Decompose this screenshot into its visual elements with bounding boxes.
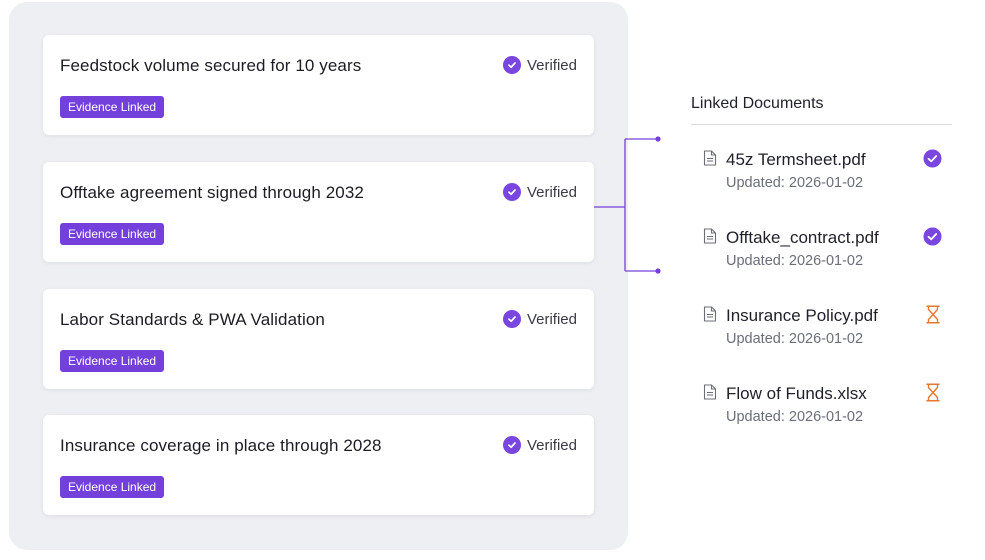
claim-title: Insurance coverage in place through 2028 (60, 436, 382, 455)
claim-card[interactable]: Insurance coverage in place through 2028… (43, 415, 594, 515)
evidence-linked-badge: Evidence Linked (60, 350, 165, 372)
verified-status: Verified (502, 183, 577, 201)
document-item[interactable]: Flow of Funds.xlsx Updated: 2026-01-02 (703, 383, 953, 432)
link-connector (594, 136, 661, 274)
document-name: 45z Termsheet.pdf (726, 150, 866, 169)
status-label: Verified (526, 56, 577, 74)
document-name: Offtake_contract.pdf (726, 228, 879, 247)
file-icon (703, 306, 717, 322)
status-label: Verified (526, 310, 577, 328)
document-item[interactable]: Offtake_contract.pdf Updated: 2026-01-02 (703, 227, 953, 276)
claim-card[interactable]: Offtake agreement signed through 2032 Ve… (43, 162, 594, 262)
document-name: Flow of Funds.xlsx (726, 384, 867, 403)
status-label: Verified (526, 436, 577, 454)
claim-title: Labor Standards & PWA Validation (60, 310, 325, 329)
document-updated: Updated: 2026-01-02 (726, 175, 864, 191)
status-label: Verified (526, 183, 577, 201)
claim-title: Offtake agreement signed through 2032 (60, 183, 364, 202)
document-updated: Updated: 2026-01-02 (726, 331, 864, 347)
check-circle-icon (502, 56, 521, 74)
divider (691, 124, 952, 125)
claim-card[interactable]: Labor Standards & PWA Validation Verifie… (43, 289, 594, 389)
check-circle-icon (923, 227, 942, 246)
check-circle-icon (502, 183, 521, 201)
evidence-linking-view: Feedstock volume secured for 10 years Ve… (0, 0, 985, 560)
hourglass-icon (926, 383, 940, 402)
check-circle-icon (502, 436, 521, 454)
check-circle-icon (923, 149, 942, 168)
hourglass-icon (926, 305, 940, 324)
file-icon (703, 150, 717, 166)
claim-card[interactable]: Feedstock volume secured for 10 years Ve… (43, 35, 594, 135)
verified-status: Verified (502, 436, 577, 454)
file-icon (703, 228, 717, 244)
document-updated: Updated: 2026-01-02 (726, 409, 864, 425)
claim-title: Feedstock volume secured for 10 years (60, 56, 362, 75)
verified-status: Verified (502, 56, 577, 74)
evidence-linked-badge: Evidence Linked (60, 476, 165, 498)
document-item[interactable]: 45z Termsheet.pdf Updated: 2026-01-02 (703, 149, 953, 198)
document-name: Insurance Policy.pdf (726, 306, 878, 325)
file-icon (703, 384, 717, 400)
linked-documents-title: Linked Documents (691, 95, 824, 112)
verified-status: Verified (502, 310, 577, 328)
check-circle-icon (502, 310, 521, 328)
document-item[interactable]: Insurance Policy.pdf Updated: 2026-01-02 (703, 305, 953, 354)
evidence-linked-badge: Evidence Linked (60, 96, 165, 118)
evidence-linked-badge: Evidence Linked (60, 223, 165, 245)
document-updated: Updated: 2026-01-02 (726, 253, 864, 269)
